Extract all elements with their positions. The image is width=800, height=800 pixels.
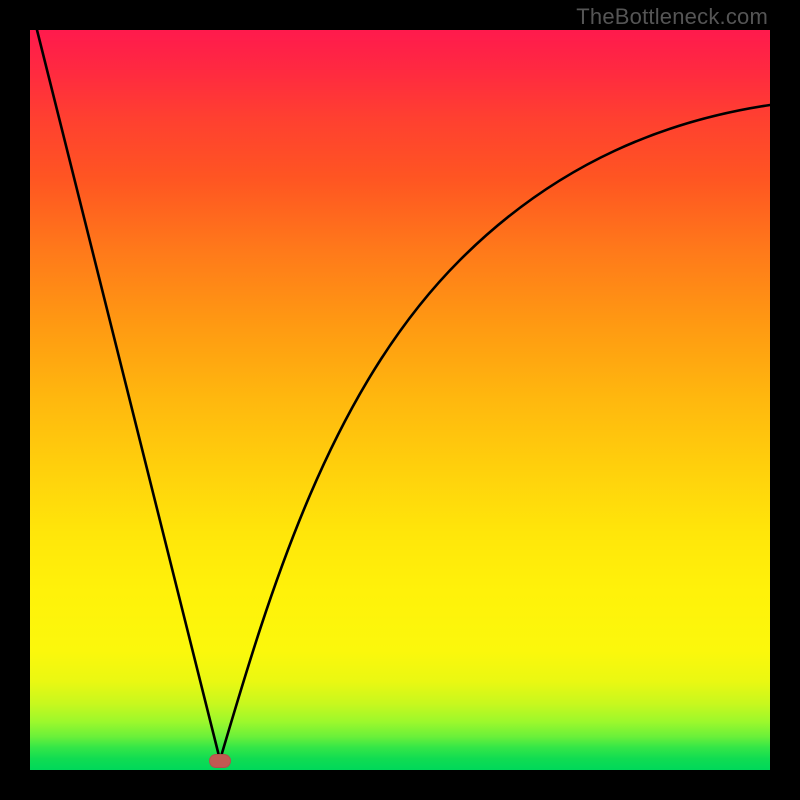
minimum-marker xyxy=(209,754,231,768)
curve-left-branch xyxy=(37,30,220,760)
chart-frame: TheBottleneck.com xyxy=(0,0,800,800)
bottleneck-curve xyxy=(30,30,770,770)
plot-area xyxy=(30,30,770,770)
watermark-text: TheBottleneck.com xyxy=(576,4,768,30)
curve-right-branch xyxy=(220,105,770,760)
